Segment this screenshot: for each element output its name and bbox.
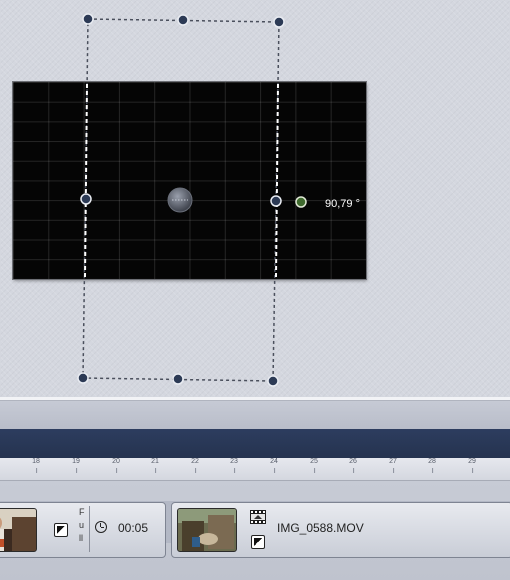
person-thumbnail <box>0 508 37 552</box>
clip-filename: IMG_0588.MOV <box>277 521 364 535</box>
rotate-handle[interactable] <box>295 196 307 208</box>
ruler-tick: 25 <box>310 458 318 473</box>
ruler-tick: 29 <box>468 458 476 473</box>
resize-handle-bottom-left[interactable] <box>77 372 89 384</box>
ruler-tick: 27 <box>389 458 397 473</box>
ruler-tick: 18 <box>32 458 40 473</box>
scale-mode-label: Full <box>79 507 85 543</box>
ruler-tick: 21 <box>151 458 159 473</box>
resize-handle-top[interactable] <box>177 14 189 26</box>
resize-handle-left[interactable] <box>80 193 92 205</box>
ruler-tick: 24 <box>270 458 278 473</box>
timeline-ruler[interactable]: 18 19 20 21 22 23 24 25 26 27 28 29 <box>0 458 510 481</box>
transition-fx-icon[interactable]: B <box>251 535 265 549</box>
resize-handle-top-right[interactable] <box>273 16 285 28</box>
ruler-tick: 23 <box>230 458 238 473</box>
timeline-toolbar <box>0 401 510 429</box>
ruler-tick: 22 <box>191 458 199 473</box>
resize-handle-right[interactable] <box>270 195 282 207</box>
clip-divider <box>89 506 90 552</box>
transform-overlay <box>77 13 307 387</box>
clock-icon <box>95 521 107 533</box>
transition-fx-icon[interactable]: B <box>54 523 68 537</box>
filmstrip-icon <box>250 510 266 524</box>
outdoor-video-thumbnail <box>177 508 237 552</box>
clip-duration: 00:05 <box>118 521 149 535</box>
center-anchor-point[interactable] <box>167 187 193 213</box>
timeline-header-bar <box>0 429 510 459</box>
ruler-tick: 20 <box>112 458 120 473</box>
ruler-tick: 19 <box>72 458 80 473</box>
resize-handle-bottom[interactable] <box>172 373 184 385</box>
ruler-tick: 28 <box>428 458 436 473</box>
rotation-angle-readout: 90,79 ° <box>325 198 360 210</box>
resize-handle-top-left[interactable] <box>82 13 94 25</box>
preview-area: 90,79 ° <box>0 0 510 397</box>
ruler-tick: 26 <box>349 458 357 473</box>
resize-handle-bottom-right[interactable] <box>267 375 279 387</box>
